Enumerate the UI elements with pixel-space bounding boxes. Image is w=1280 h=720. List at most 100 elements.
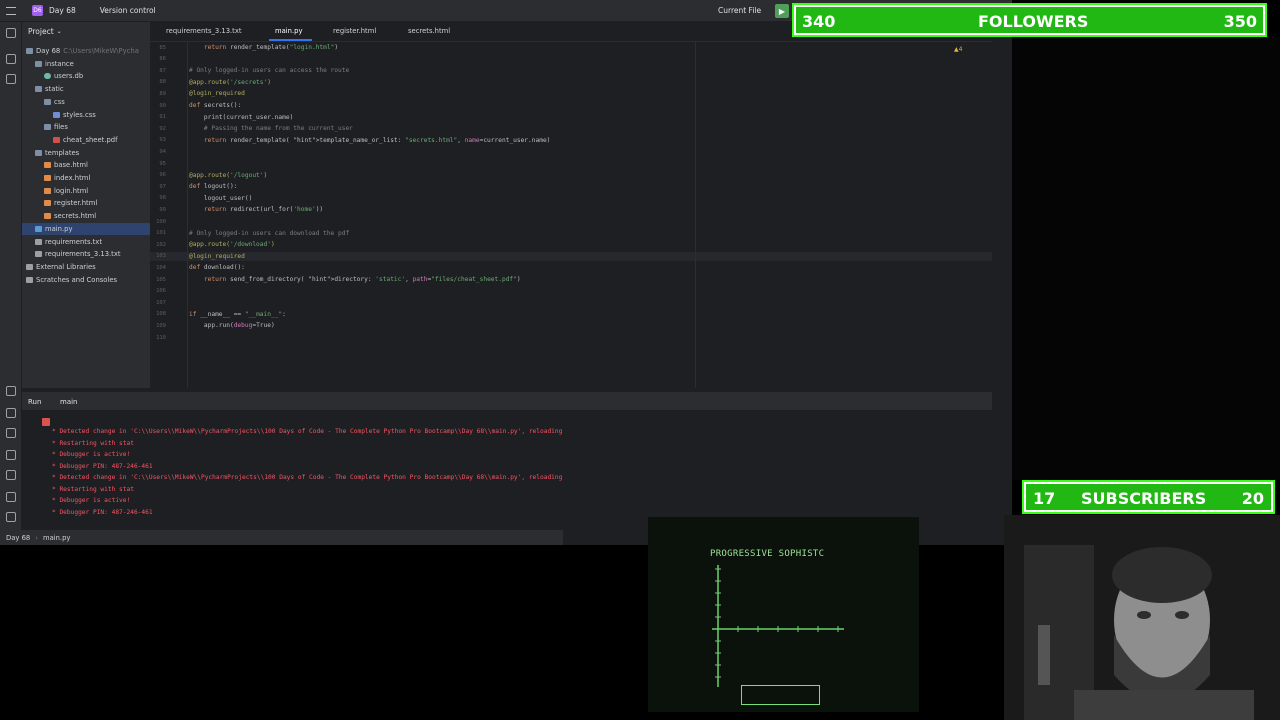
python-file-icon [35,225,42,232]
screen: D6 Day 68 Version control Current File ▶… [0,0,1280,720]
html-file-icon [44,162,51,169]
terminal-icon[interactable] [6,470,16,480]
code-line[interactable]: @app.route('/logout') [189,172,267,179]
tree-item[interactable]: requirements_3.13.txt [35,248,121,260]
tree-item[interactable]: users.db [44,70,83,82]
warning-count-badge[interactable]: ▲4 [954,46,962,53]
line-number: 87 [159,67,166,74]
code-line[interactable]: @app.route('/download') [189,241,275,248]
run-panel-header: Run main [22,393,992,410]
chevron-down-icon[interactable]: ⌄ [57,28,62,35]
problems-icon[interactable] [6,492,16,502]
code-line[interactable]: def download(): [189,264,245,271]
tree-item-label: main.py [45,224,73,233]
console-line: * Debugger is active! [52,451,131,458]
more-tools-icon[interactable] [6,74,16,84]
run-panel-title: Run [28,398,42,406]
tree-item[interactable]: cheat_sheet.pdf [53,134,118,146]
tree-item[interactable]: styles.css [53,109,96,121]
tree-item[interactable]: main.py [22,222,150,235]
stop-icon[interactable] [42,418,50,426]
console-line: * Detected change in 'C:\\Users\\MikeW\\… [52,474,563,481]
code-line[interactable]: def secrets(): [189,102,241,109]
editor-tab[interactable]: register.html [333,27,376,35]
pdf-file-icon [53,136,60,143]
code-line[interactable]: # Only logged-in users can download the … [189,230,349,237]
code-line[interactable]: return render_template("login.html") [189,44,338,51]
tree-item[interactable]: files [44,121,68,133]
code-line[interactable]: # Passing the name from the current_user [189,125,353,132]
tree-item-path: C:\Users\MikeW\Pycha [63,47,139,55]
run-tool-icon[interactable] [6,386,16,396]
editor-tab[interactable]: secrets.html [408,27,450,35]
tree-item[interactable]: css [44,96,65,108]
run-config-selector[interactable]: Current File [718,6,761,15]
tree-item-label: base.html [54,161,88,170]
code-line[interactable]: @login_required [189,90,245,97]
tree-item-label: styles.css [63,110,96,119]
project-panel-header[interactable]: Project ⌄ [22,22,150,41]
packages-icon[interactable] [6,428,16,438]
line-number: 104 [156,264,166,271]
crt-axes-graphic [712,565,844,687]
tree-item[interactable]: External Libraries [26,261,96,273]
code-line[interactable]: @app.route('/secrets') [189,79,271,86]
editor-tab[interactable]: main.py [268,27,314,41]
code-line[interactable]: print(current_user.name) [189,114,293,121]
line-number: 102 [156,241,166,248]
tree-item-label: secrets.html [54,212,97,221]
console-line: * Restarting with stat [52,485,134,493]
tree-item-label: requirements.txt [45,237,102,246]
structure-icon[interactable] [6,54,16,64]
folder-icon[interactable] [6,28,16,38]
line-number: 94 [159,148,166,155]
code-line[interactable]: # Only logged-in users can access the ro… [189,67,349,74]
code-editor[interactable]: requirements_3.13.txt main.py register.htm… [150,22,992,388]
services-icon[interactable] [6,408,16,418]
code-line[interactable]: return render_template( "hint">template_… [189,137,550,144]
run-tab-main[interactable]: main [60,398,78,406]
tree-item[interactable]: secrets.html [44,210,96,222]
tree-item[interactable]: login.html [44,185,88,197]
run-icon[interactable]: ▶ [775,4,789,18]
code-line[interactable]: logout_user() [189,195,252,202]
console-line: * Debugger PIN: 487-246-461 [52,462,153,470]
python-console-icon[interactable] [6,450,16,460]
breadcrumb-file[interactable]: main.py [43,534,70,542]
tree-item[interactable]: register.html [44,197,97,209]
code-line[interactable]: return send_from_directory( "hint">direc… [189,276,521,283]
webcam-person-image [1004,515,1280,720]
tree-item[interactable]: Day 68 C:\Users\MikeW\Pycha [26,45,139,57]
line-number: 95 [159,160,166,167]
project-badge[interactable]: D6 [32,5,43,16]
tree-item[interactable]: instance [35,58,74,70]
code-line[interactable]: if __name__ == "__main__": [189,311,286,318]
hamburger-menu-icon[interactable] [6,6,16,15]
line-number: 88 [159,79,166,86]
tree-item[interactable]: requirements.txt [35,236,102,248]
folder-icon [35,60,42,67]
folder-icon [44,124,51,131]
line-number: 99 [159,206,166,213]
tree-item-label: External Libraries [36,262,96,271]
tree-item[interactable]: base.html [44,159,88,171]
tree-item[interactable]: static [35,83,64,95]
version-control-menu[interactable]: Version control [100,6,156,15]
console-line: * Debugger is active! [52,497,131,504]
code-line[interactable]: return redirect(url_for('home')) [189,206,323,213]
tree-item[interactable]: templates [35,147,79,159]
console-line: * Restarting with stat [52,439,134,447]
code-line[interactable]: app.run(debug=True) [189,322,275,329]
code-line[interactable]: @login_required [189,253,245,260]
editor-tab[interactable]: requirements_3.13.txt [166,27,242,35]
tree-item[interactable]: Scratches and Consoles [26,274,117,286]
git-icon[interactable] [6,512,16,522]
line-number: 92 [159,125,166,132]
folder-icon [26,48,33,54]
css-file-icon [53,111,60,118]
followers-goal-banner: 340 FOLLOWERS 350 [792,3,1267,37]
tree-item[interactable]: index.html [44,172,90,184]
code-line[interactable]: def logout(): [189,183,237,190]
project-switcher[interactable]: Day 68 [49,6,76,15]
breadcrumb-project[interactable]: Day 68 [6,534,30,542]
